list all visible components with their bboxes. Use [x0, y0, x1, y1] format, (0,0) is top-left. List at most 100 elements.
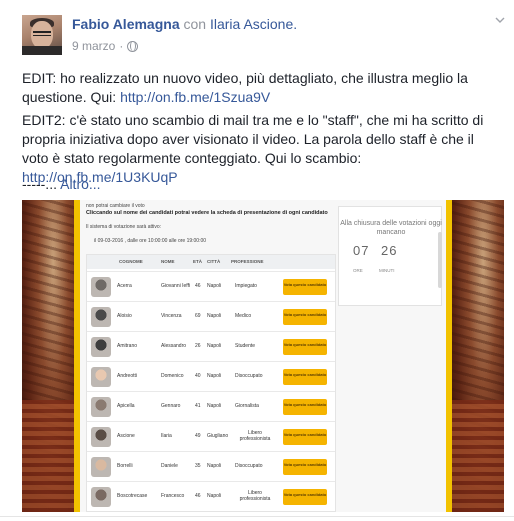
- table-row: Borrelli Daniele 35 Napoli Disoccupato Vota q…: [87, 451, 335, 481]
- cell-professione: Giornalista: [235, 403, 259, 409]
- author-link[interactable]: Fabio Alemagna: [72, 16, 180, 32]
- cell-cognome[interactable]: Boscotrecase: [117, 493, 147, 499]
- vote-candidate-button[interactable]: Vota questo candidato: [283, 339, 327, 355]
- cell-nome[interactable]: Ilaria: [161, 433, 172, 439]
- see-more-link[interactable]: Altro...: [60, 176, 100, 192]
- cell-cognome[interactable]: Ascione: [117, 433, 135, 439]
- cell-cognome[interactable]: Andreotti: [117, 373, 137, 379]
- parliament-image-left: [22, 200, 74, 512]
- table-row: Andreotti Domenico 40 Napoli Disoccupato Vota…: [87, 361, 335, 391]
- facebook-post: Fabio Alemagna con Ilaria Ascione. 9 mar…: [0, 0, 514, 521]
- table-row: Apicella Gennaro 41 Napoli Giornalista Vota q…: [87, 391, 335, 421]
- cell-nome[interactable]: Francesco: [161, 493, 184, 499]
- column-header: COGNOME: [119, 259, 143, 264]
- table-row: Aloisio Vincenza 69 Napoli Medico Vota questo…: [87, 301, 335, 331]
- post-header: Fabio Alemagna con Ilaria Ascione.: [72, 15, 297, 33]
- cell-eta: 49: [195, 433, 201, 439]
- intro-text: non potrai cambiare il voto: [86, 203, 145, 209]
- cell-eta: 26: [195, 343, 201, 349]
- cell-nome[interactable]: Vincenza: [161, 313, 181, 319]
- cell-nome[interactable]: Gennaro: [161, 403, 180, 409]
- table-row: Acerra Giovanni Ieffi 46 Napoli Impiegato Vot…: [87, 271, 335, 301]
- cell-citta: Napoli: [207, 343, 222, 349]
- system-text: Il sistema di votazione sarà attivo:: [86, 224, 162, 230]
- vote-candidate-button[interactable]: Vota questo candidato: [283, 309, 327, 325]
- cell-citta: Napoli: [207, 463, 222, 469]
- candidate-photo: [91, 457, 111, 477]
- cell-cognome[interactable]: Apicella: [117, 403, 135, 409]
- scrollbar[interactable]: [438, 232, 442, 288]
- video-link[interactable]: http://on.fb.me/1Szua9V: [120, 89, 270, 105]
- table-row: Boscotrecase Francesco 46 Napoli Libero prof…: [87, 481, 335, 511]
- schedule-text: il 09-03-2016 , dalle ore 10:00:00 alle …: [94, 238, 207, 244]
- candidate-photo: [91, 277, 111, 297]
- hours-label: ORE: [353, 268, 363, 273]
- vote-candidate-button[interactable]: Vota questo candidato: [283, 279, 327, 295]
- vote-candidate-button[interactable]: Vota questo candidato: [283, 459, 327, 475]
- cell-professione: Libero professionista: [239, 490, 271, 502]
- candidate-photo: [91, 397, 111, 417]
- cell-citta: Giugliano: [207, 433, 229, 439]
- cell-citta: Napoli: [207, 403, 222, 409]
- meta-separator: ·: [119, 39, 124, 53]
- cell-professione: Impiegato: [235, 283, 257, 289]
- post-date-link[interactable]: 9 marzo: [72, 38, 115, 54]
- cell-nome[interactable]: Alessandro: [161, 343, 186, 349]
- instruction-text: Cliccando sul nome dei candidati potrai …: [86, 210, 328, 216]
- post-body: EDIT: ho realizzato un nuovo video, più …: [22, 69, 502, 191]
- cell-eta: 46: [195, 283, 201, 289]
- candidates-table: COGNOME NOME ETÀ CITTÀ PROFESSIONE Acerr…: [86, 254, 336, 512]
- globe-icon[interactable]: [127, 40, 139, 52]
- cell-eta: 41: [195, 403, 201, 409]
- cell-eta: 69: [195, 313, 201, 319]
- see-more-line: -----... Altro...: [22, 175, 101, 194]
- candidate-photo: [91, 487, 111, 507]
- cell-professione: Libero professionista: [239, 430, 271, 442]
- voting-page: non potrai cambiare il voto Cliccando su…: [80, 200, 446, 512]
- chevron-down-icon[interactable]: [495, 15, 505, 25]
- cell-professione: Disoccupato: [235, 373, 263, 379]
- countdown-minutes: 26: [381, 243, 398, 258]
- column-header: NOME: [161, 259, 175, 264]
- cell-cognome[interactable]: Amitrano: [117, 343, 137, 349]
- column-header: PROFESSIONE: [231, 259, 264, 264]
- candidate-photo: [91, 367, 111, 387]
- cell-professione: Medico: [235, 313, 252, 319]
- cell-cognome[interactable]: Borrelli: [117, 463, 133, 469]
- vote-candidate-button[interactable]: Vota questo candidato: [283, 369, 327, 385]
- avatar[interactable]: [22, 15, 62, 55]
- parliament-image-right: [452, 200, 504, 512]
- table-row: Ascione Ilaria 49 Giugliano Libero professio…: [87, 421, 335, 451]
- column-header: ETÀ: [193, 259, 202, 264]
- tagged-user-link[interactable]: Ilaria Ascione.: [210, 16, 297, 32]
- candidate-photo: [91, 337, 111, 357]
- ellipsis-text: -----...: [22, 176, 57, 192]
- divider: [0, 516, 514, 517]
- post-paragraph: EDIT: ho realizzato un nuovo video, più …: [22, 70, 468, 105]
- candidate-photo: [91, 427, 111, 447]
- cell-eta: 46: [195, 493, 201, 499]
- countdown-title: Alla chiusura delle votazioni oggi manca…: [340, 220, 442, 236]
- cell-nome[interactable]: Domenico: [161, 373, 184, 379]
- post-meta: 9 marzo ·: [72, 38, 139, 54]
- vote-candidate-button[interactable]: Vota questo candidato: [283, 399, 327, 415]
- cell-citta: Napoli: [207, 493, 222, 499]
- table-row: Amitrano Alessandro 26 Napoli Studente Vota q…: [87, 331, 335, 361]
- countdown-box: Alla chiusura delle votazioni oggi manca…: [338, 206, 442, 306]
- cell-professione: Studente: [235, 343, 256, 349]
- minutes-label: MINUTI: [379, 268, 395, 273]
- candidate-photo: [91, 307, 111, 327]
- cell-citta: Napoli: [207, 283, 222, 289]
- cell-nome[interactable]: Giovanni Ieffi: [161, 283, 190, 289]
- vote-candidate-button[interactable]: Vota questo candidato: [283, 429, 327, 445]
- cell-cognome[interactable]: Acerra: [117, 283, 132, 289]
- cell-eta: 35: [195, 463, 201, 469]
- attached-image[interactable]: non potrai cambiare il voto Cliccando su…: [22, 200, 504, 512]
- cell-professione: Disoccupato: [235, 463, 263, 469]
- cell-eta: 40: [195, 373, 201, 379]
- countdown-hours: 07: [353, 243, 370, 258]
- cell-nome[interactable]: Daniele: [161, 463, 178, 469]
- cell-cognome[interactable]: Aloisio: [117, 313, 132, 319]
- with-prefix: con: [183, 16, 207, 32]
- vote-candidate-button[interactable]: Vota questo candidato: [283, 489, 327, 505]
